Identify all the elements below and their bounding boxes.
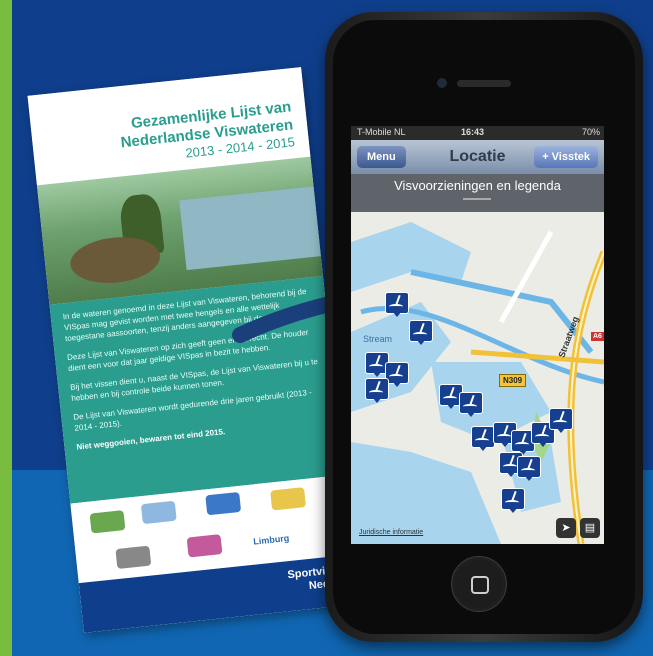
iphone: T-Mobile NL 16:43 70% Menu Locatie + Vis… [325, 12, 643, 642]
fishing-spot-marker[interactable] [471, 426, 495, 451]
map-icon[interactable]: ▤ [580, 518, 600, 538]
home-button[interactable] [451, 556, 507, 612]
road-label-n309: N309 [499, 374, 527, 387]
fishing-spot-marker[interactable] [365, 352, 389, 377]
logo-limburg: Limburg [252, 532, 290, 547]
battery-level: 70% [581, 127, 600, 137]
status-bar: T-Mobile NL 16:43 70% [351, 126, 604, 140]
sponsor-logo [115, 545, 152, 570]
location-arrow-icon[interactable]: ➤ [556, 518, 576, 538]
sponsor-logo [270, 487, 307, 511]
sponsor-logo [89, 510, 126, 534]
home-square-icon [471, 576, 489, 594]
drag-handle-icon[interactable] [463, 198, 491, 200]
fishing-spot-marker[interactable] [517, 456, 541, 481]
fishing-spot-marker[interactable] [459, 392, 483, 417]
sponsor-logo [205, 491, 242, 516]
clock: 16:43 [461, 127, 485, 137]
legal-link[interactable]: Juridische informatie [359, 529, 423, 536]
road-label-a6-top: A6 [591, 332, 604, 341]
nav-bar: Menu Locatie + Visstek [351, 140, 604, 175]
promo-image: Gezamenlijke Lijst van Nederlandse Viswa… [0, 0, 653, 656]
fishing-spot-marker[interactable] [549, 408, 573, 433]
fishing-spot-marker[interactable] [385, 292, 409, 317]
sponsor-logo [186, 534, 223, 558]
fishing-spot-marker[interactable] [365, 378, 389, 403]
map-view[interactable]: N309 A6 A6 Straatweg Stream [351, 212, 604, 544]
carrier-label: T-Mobile NL [357, 127, 406, 137]
viswateren-brochure: Gezamenlijke Lijst van Nederlandse Viswa… [27, 67, 358, 633]
place-label: Stream [363, 334, 393, 344]
legend-toggle[interactable]: Visvoorzieningen en legenda [351, 174, 604, 212]
fishing-spot-marker[interactable] [439, 384, 463, 409]
app-screen: T-Mobile NL 16:43 70% Menu Locatie + Vis… [351, 126, 604, 544]
earpiece [457, 80, 511, 87]
sponsor-logo [140, 500, 177, 525]
fishing-spot-marker[interactable] [409, 320, 433, 345]
add-visstek-button[interactable]: + Visstek [534, 146, 598, 168]
legend-label: Visvoorzieningen en legenda [394, 178, 561, 193]
fishing-spot-marker[interactable] [501, 488, 525, 513]
photo-carp [68, 233, 163, 288]
front-camera-icon [437, 78, 447, 88]
fishing-spot-marker[interactable] [511, 430, 535, 455]
